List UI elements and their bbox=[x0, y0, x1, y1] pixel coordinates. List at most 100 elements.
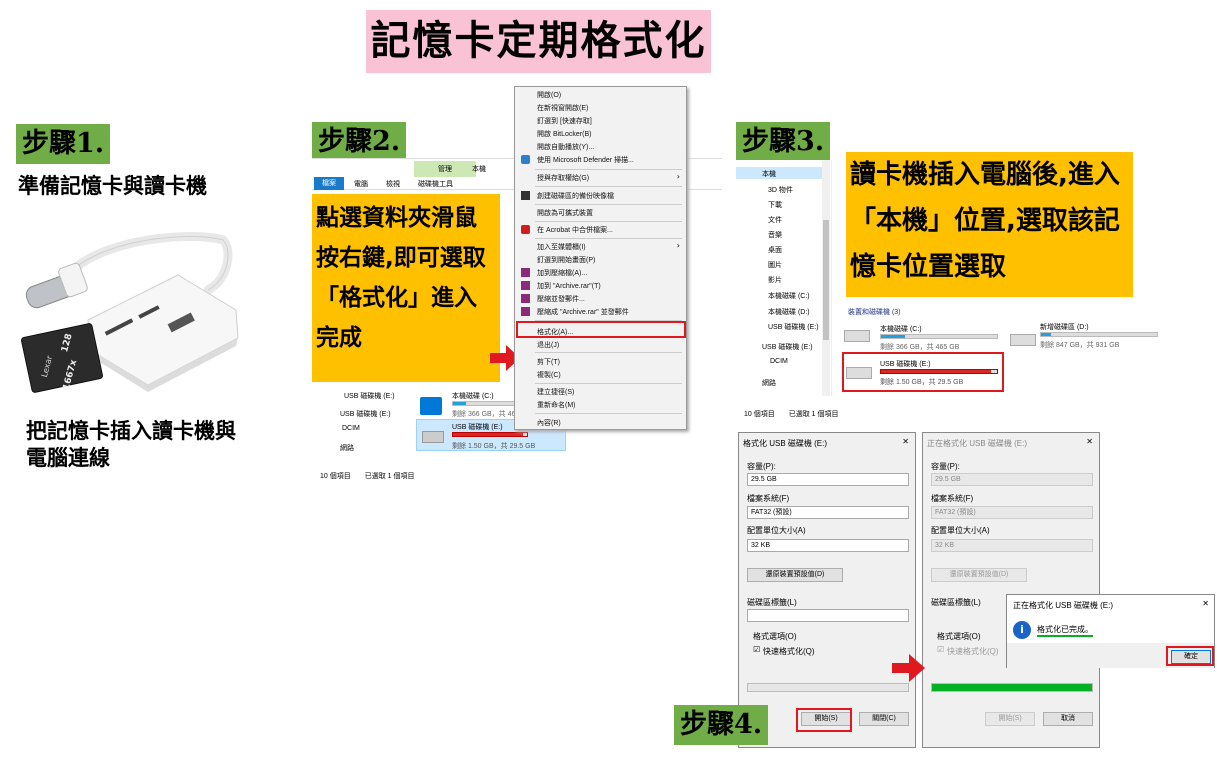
nav-downloads[interactable]: 下載 bbox=[768, 200, 782, 210]
nav-dcim[interactable]: DCIM bbox=[770, 358, 788, 365]
ribbon-tab-view[interactable]: 檢視 bbox=[386, 179, 400, 189]
nav-usb-2[interactable]: USB 磁碟機 (E:) bbox=[340, 409, 391, 419]
step-2-label: 步驟2. bbox=[312, 122, 407, 162]
menu-separator bbox=[535, 221, 682, 222]
acrobat-icon bbox=[521, 225, 530, 234]
nav-3d-objects[interactable]: 3D 物件 bbox=[768, 185, 793, 195]
menu-pin-quick-access[interactable]: 釘選到 [快速存取] bbox=[537, 116, 592, 126]
format-options-label: 格式選項(O) bbox=[753, 632, 797, 641]
close-icon[interactable]: ✕ bbox=[902, 437, 909, 446]
menu-grant-access[interactable]: 授與存取權給(G) bbox=[537, 173, 589, 183]
format-dialog: 格式化 USB 磁碟機 (E:) ✕ 容量(P): 29.5 GB 檔案系統(F… bbox=[738, 432, 916, 748]
drive-d-tile[interactable]: 新增磁碟區 (D:) 剩餘 847 GB，共 931 GB bbox=[1008, 320, 1208, 354]
drive-c-label[interactable]: 本機磁碟 (C:) bbox=[452, 391, 494, 401]
allocation-select[interactable]: 32 KB bbox=[747, 539, 909, 552]
scrollbar[interactable] bbox=[822, 160, 830, 396]
allocation-label: 配置單位大小(A) bbox=[931, 526, 990, 535]
msgbox-title: 正在格式化 USB 磁碟機 (E:) bbox=[1013, 601, 1114, 610]
menu-separator bbox=[535, 204, 682, 205]
close-button[interactable]: 關閉(C) bbox=[859, 712, 909, 726]
nav-usb-e[interactable]: USB 磁碟機 (E:) bbox=[768, 322, 819, 332]
menu-separator bbox=[535, 383, 682, 384]
filesystem-select[interactable]: FAT32 (預設) bbox=[747, 506, 909, 519]
cancel-button[interactable]: 取消 bbox=[1043, 712, 1093, 726]
format-menu-highlight bbox=[516, 321, 686, 338]
close-icon[interactable]: ✕ bbox=[1202, 599, 1209, 608]
menu-open[interactable]: 開啟(O) bbox=[537, 90, 561, 100]
menu-separator bbox=[535, 413, 682, 414]
capacity-label: 容量(P): bbox=[931, 462, 960, 471]
nav-this-pc[interactable]: 本機 bbox=[762, 169, 776, 179]
menu-bitlocker[interactable]: 開啟 BitLocker(B) bbox=[537, 129, 591, 139]
menu-properties[interactable]: 內容(R) bbox=[537, 418, 561, 428]
card-reader-image bbox=[18, 210, 248, 400]
drive-d-usage-bar bbox=[1040, 332, 1158, 337]
chevron-right-icon: › bbox=[676, 172, 680, 181]
drive-d-space: 剩餘 847 GB，共 931 GB bbox=[1040, 342, 1120, 349]
step-1-heading: 準備記憶卡與讀卡機 bbox=[18, 174, 207, 198]
nav-desktop[interactable]: 桌面 bbox=[768, 245, 782, 255]
nav-music[interactable]: 音樂 bbox=[768, 230, 782, 240]
backup-icon bbox=[521, 191, 530, 200]
allocation-select: 32 KB bbox=[931, 539, 1093, 552]
ribbon-tab-drive-tools[interactable]: 磁碟機工具 bbox=[418, 179, 453, 189]
menu-autoplay[interactable]: 開啟自動播放(Y)... bbox=[537, 142, 594, 152]
step-1-label: 步驟1. bbox=[16, 124, 111, 164]
menu-open-new-window[interactable]: 在新視窗開啟(E) bbox=[537, 103, 588, 113]
quick-format-checkbox[interactable]: ☑ bbox=[753, 645, 760, 654]
winrar-icon bbox=[521, 307, 530, 316]
nav-drive-d[interactable]: 本機磁碟 (D:) bbox=[768, 307, 810, 317]
ribbon-tab-file[interactable]: 檔案 bbox=[314, 177, 344, 190]
chevron-right-icon: › bbox=[676, 241, 680, 250]
drive-c-label[interactable]: 本機磁碟 (C:) bbox=[880, 324, 922, 334]
menu-rename[interactable]: 重新命名(M) bbox=[537, 400, 576, 410]
nav-network[interactable]: 網路 bbox=[340, 443, 354, 453]
nav-drive-c[interactable]: 本機磁碟 (C:) bbox=[768, 291, 810, 301]
nav-pictures[interactable]: 圖片 bbox=[768, 260, 782, 270]
menu-add-archive-rar[interactable]: 加到 "Archive.rar"(T) bbox=[537, 281, 601, 291]
nav-network[interactable]: 網路 bbox=[762, 378, 776, 388]
ok-button-highlight bbox=[1166, 646, 1214, 666]
menu-copy[interactable]: 複製(C) bbox=[537, 370, 561, 380]
menu-pin-start[interactable]: 釘選到開始畫面(P) bbox=[537, 255, 595, 265]
volume-label-input[interactable] bbox=[747, 609, 909, 622]
start-button: 開始(S) bbox=[985, 712, 1035, 726]
menu-eject[interactable]: 退出(J) bbox=[537, 340, 559, 350]
menu-add-to-library[interactable]: 加入至媒體櫃(I) bbox=[537, 242, 586, 252]
menu-acrobat-merge[interactable]: 在 Acrobat 中合併檔案... bbox=[537, 225, 613, 235]
restore-defaults-button[interactable]: 還原裝置預設值(D) bbox=[747, 568, 843, 582]
winrar-icon bbox=[521, 294, 530, 303]
progress-bar bbox=[931, 683, 1093, 692]
drive-e-label[interactable]: USB 磁碟機 (E:) bbox=[452, 422, 503, 432]
menu-backup-image[interactable]: 創建磁碟區的備份映像檔 bbox=[537, 191, 614, 201]
volume-label-label: 磁碟區標籤(L) bbox=[931, 598, 981, 607]
nav-this-pc-selected[interactable] bbox=[736, 167, 822, 179]
capacity-select[interactable]: 29.5 GB bbox=[747, 473, 909, 486]
context-menu: 開啟(O) 在新視窗開啟(E) 釘選到 [快速存取] 開啟 BitLocker(… bbox=[514, 86, 687, 430]
drive-d-label[interactable]: 新增磁碟區 (D:) bbox=[1040, 322, 1089, 332]
nav-documents[interactable]: 文件 bbox=[768, 215, 782, 225]
step-3-label: 步驟3. bbox=[736, 122, 831, 162]
ribbon-tab-computer[interactable]: 電腦 bbox=[354, 179, 368, 189]
progress-bar-empty bbox=[747, 683, 909, 692]
format-options-label: 格式選項(O) bbox=[937, 632, 981, 641]
nav-dcim[interactable]: DCIM bbox=[342, 425, 360, 432]
step-4-label: 步驟4. bbox=[674, 705, 769, 745]
menu-cut[interactable]: 剪下(T) bbox=[537, 357, 560, 367]
menu-separator bbox=[535, 186, 682, 187]
nav-usb-1[interactable]: USB 磁碟機 (E:) bbox=[344, 391, 395, 401]
menu-create-shortcut[interactable]: 建立捷徑(S) bbox=[537, 387, 574, 397]
menu-compress-rar-email[interactable]: 壓縮成 "Archive.rar" 並發郵件 bbox=[537, 307, 629, 317]
formatting-dialog: 正在格式化 USB 磁碟機 (E:) ✕ 容量(P): 29.5 GB 檔案系統… bbox=[922, 432, 1100, 748]
menu-add-archive[interactable]: 加到壓縮檔(A)... bbox=[537, 268, 587, 278]
filesystem-select: FAT32 (預設) bbox=[931, 506, 1093, 519]
msgbox-underline bbox=[1037, 635, 1093, 637]
menu-compress-email[interactable]: 壓縮並發郵件... bbox=[537, 294, 585, 304]
menu-portable-device[interactable]: 開啟為可攜式裝置 bbox=[537, 208, 593, 218]
drive-e-space: 剩餘 1.50 GB，共 29.5 GB bbox=[452, 443, 536, 450]
nav-usb-e-2[interactable]: USB 磁碟機 (E:) bbox=[762, 342, 813, 352]
menu-defender-scan[interactable]: 使用 Microsoft Defender 掃描... bbox=[537, 155, 634, 165]
close-icon[interactable]: ✕ bbox=[1086, 437, 1093, 446]
nav-videos[interactable]: 影片 bbox=[768, 275, 782, 285]
filesystem-label: 檔案系統(F) bbox=[747, 494, 790, 503]
